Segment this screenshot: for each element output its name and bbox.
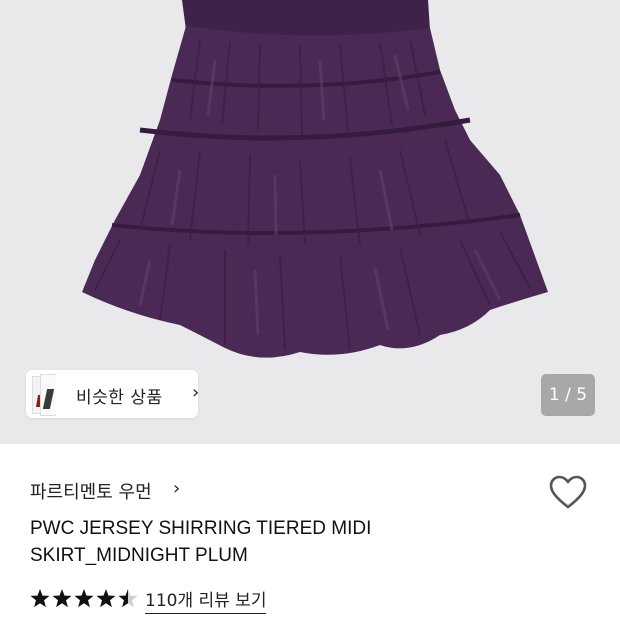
- brand-link[interactable]: 파르티멘토 우먼: [30, 478, 152, 504]
- star-icon: [118, 589, 138, 608]
- star-icon: [74, 589, 94, 608]
- similar-products-label: 비슷한 상품: [76, 388, 163, 408]
- similar-products-thumbnails: [26, 370, 56, 418]
- wishlist-heart-icon[interactable]: [549, 475, 587, 511]
- star-icon: [52, 589, 72, 608]
- product-image-viewer[interactable]: 비슷한 상품 › 1 / 5: [0, 0, 620, 444]
- image-counter: 1 / 5: [541, 374, 595, 416]
- star-icon: [96, 589, 116, 608]
- star-icon: [30, 589, 50, 608]
- rating-stars: [30, 588, 140, 610]
- similar-product-thumbnail: [40, 374, 56, 416]
- chevron-right-icon: ›: [192, 382, 200, 403]
- chevron-right-icon: ›: [173, 478, 181, 499]
- product-title: PWC JERSEY SHIRRING TIERED MIDI SKIRT_MI…: [30, 518, 372, 566]
- similar-products-button[interactable]: 비슷한 상품 ›: [26, 370, 200, 418]
- review-count-link[interactable]: 110개 리뷰 보기: [145, 586, 267, 614]
